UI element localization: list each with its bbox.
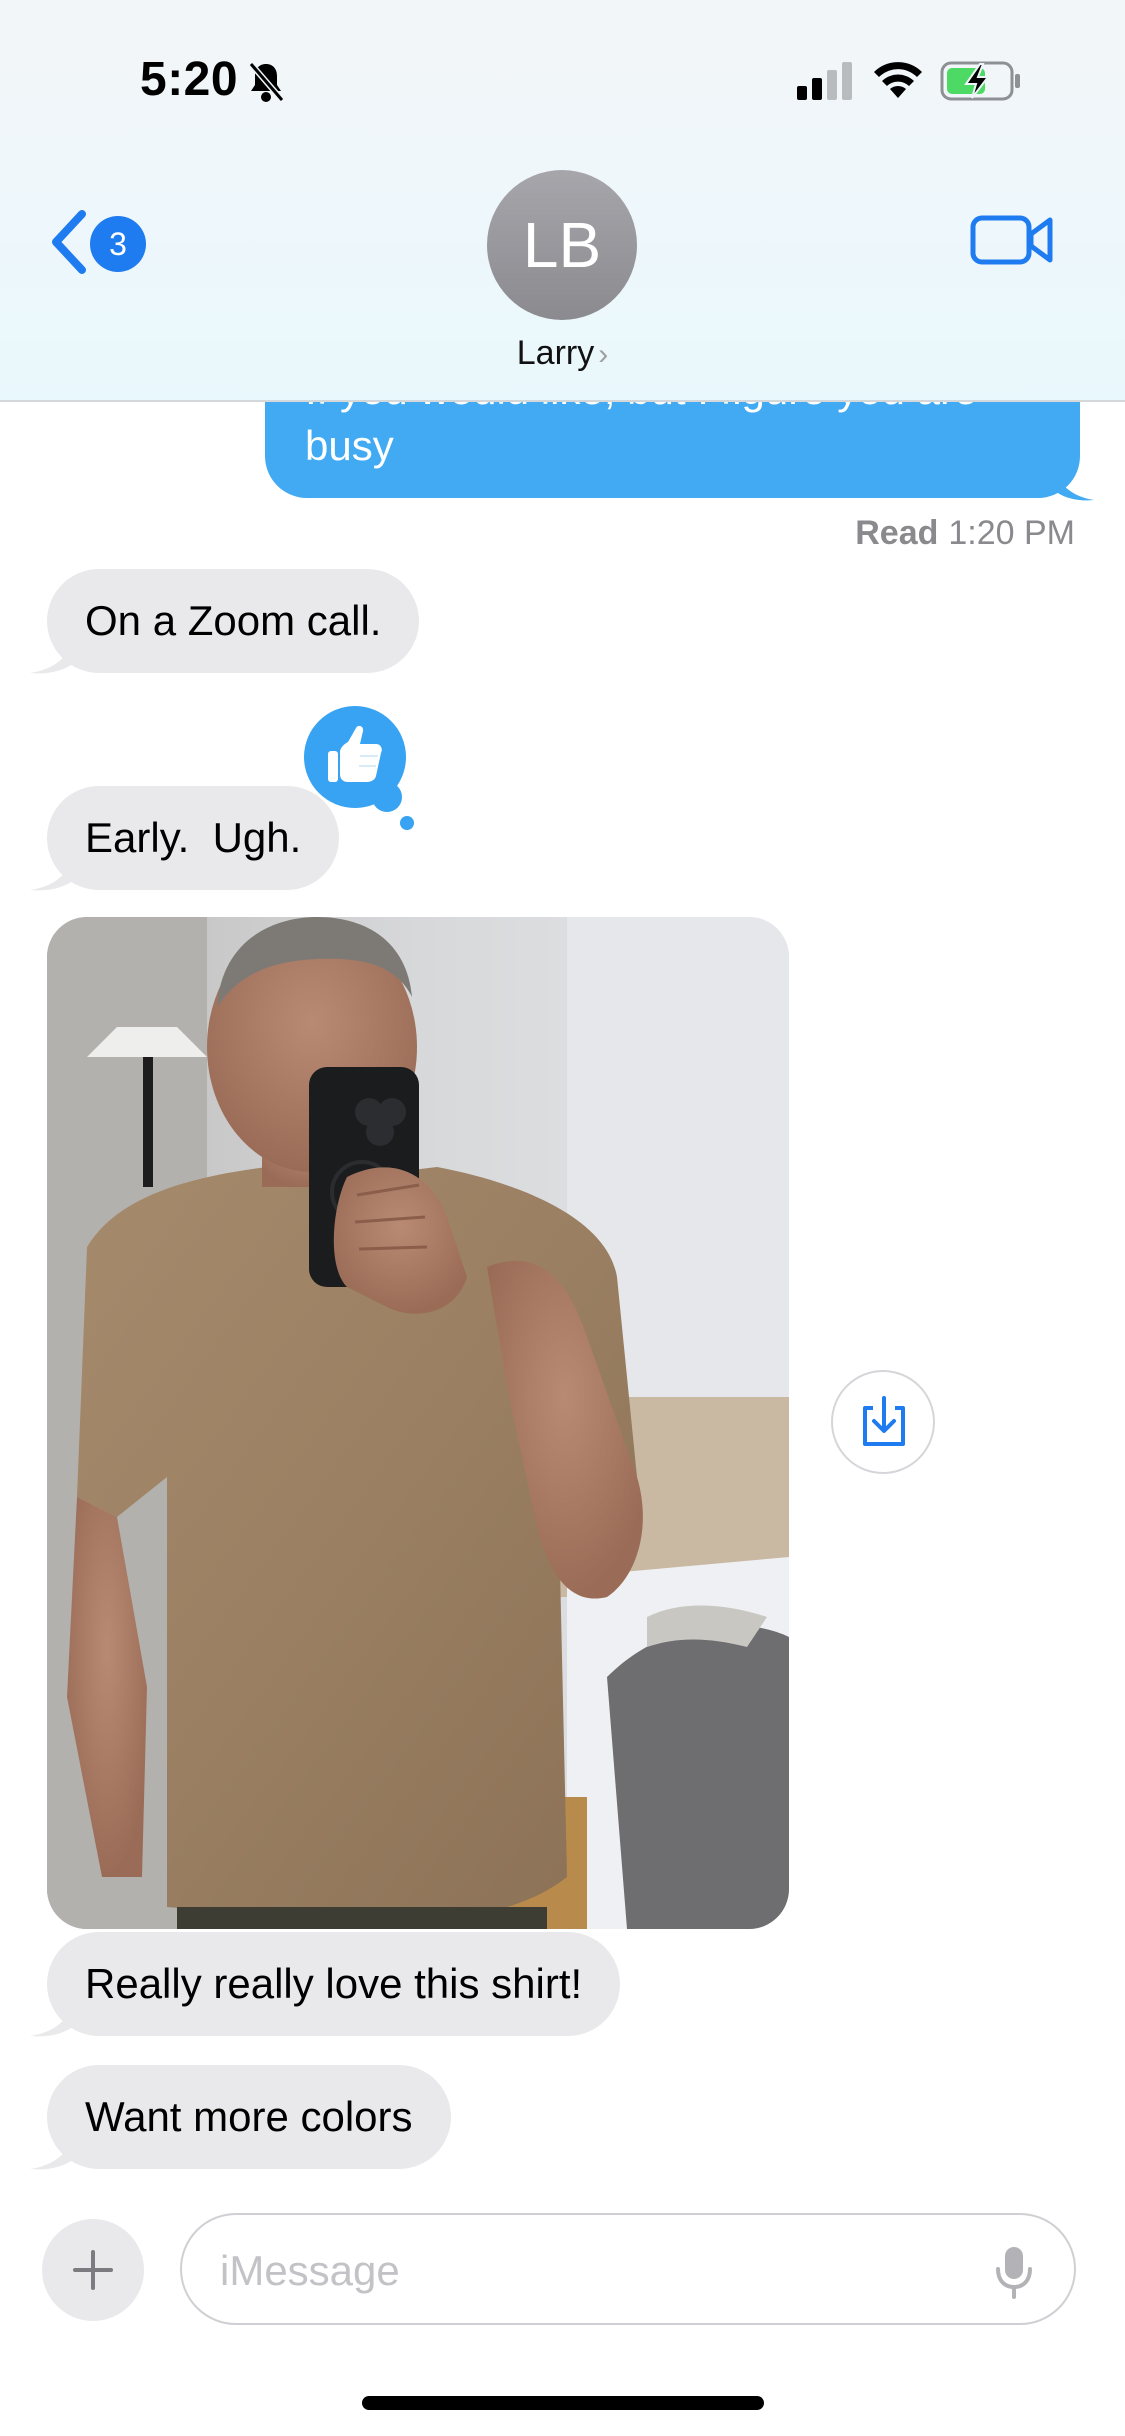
plus-icon bbox=[73, 2250, 113, 2290]
bell-slash-icon bbox=[248, 62, 285, 102]
contact-avatar[interactable]: LB bbox=[487, 170, 637, 320]
sent-bubble-tail bbox=[1050, 456, 1094, 501]
tapback-tail-dot bbox=[372, 782, 402, 812]
received-message-bubble[interactable]: On a Zoom call. bbox=[47, 569, 420, 673]
received-message-bubble[interactable]: Want more colors bbox=[47, 2065, 451, 2169]
read-receipt: Read 1:20 PM bbox=[855, 514, 1075, 553]
chevron-left-icon bbox=[52, 210, 86, 274]
thumbs-up-icon bbox=[328, 725, 382, 782]
back-button[interactable]: 3 bbox=[44, 206, 164, 276]
download-icon bbox=[863, 1396, 905, 1446]
message-text-input[interactable] bbox=[218, 2235, 982, 2307]
chevron-right-icon: › bbox=[598, 338, 609, 371]
conversation-header: 5:20 3 LB Larry › bbox=[0, 0, 1125, 402]
video-call-icon[interactable] bbox=[970, 210, 1054, 270]
home-indicator[interactable] bbox=[362, 2396, 764, 2410]
wifi-icon bbox=[874, 62, 922, 98]
photo-attachment[interactable] bbox=[47, 917, 789, 1929]
received-bubble-tail bbox=[30, 631, 76, 674]
received-message-bubble[interactable]: Really really love this shirt! bbox=[47, 1932, 621, 2036]
battery-charging-icon bbox=[940, 61, 1020, 101]
sent-message-text: busy bbox=[305, 422, 394, 469]
read-label: Read bbox=[855, 514, 939, 552]
contact-name-button[interactable]: Larry › bbox=[0, 334, 1125, 373]
read-time: 1:20 PM bbox=[948, 514, 1075, 552]
microphone-icon[interactable] bbox=[994, 2245, 1034, 2299]
save-photo-button[interactable] bbox=[831, 1370, 935, 1474]
received-bubble-tail bbox=[30, 2127, 76, 2170]
contact-name: Larry bbox=[516, 334, 595, 372]
apps-plus-button[interactable] bbox=[42, 2219, 144, 2321]
cellular-signal-icon bbox=[797, 62, 852, 100]
received-bubble-tail bbox=[30, 848, 76, 891]
tapback-tail-dot bbox=[400, 816, 414, 830]
status-time: 5:20 bbox=[140, 53, 239, 106]
mirror-selfie-image bbox=[47, 917, 789, 1929]
message-input-field[interactable] bbox=[180, 2213, 1076, 2325]
received-message-bubble[interactable]: Early. Ugh. bbox=[47, 786, 340, 890]
unread-count-badge: 3 bbox=[90, 216, 146, 272]
received-bubble-tail bbox=[30, 1994, 76, 2037]
